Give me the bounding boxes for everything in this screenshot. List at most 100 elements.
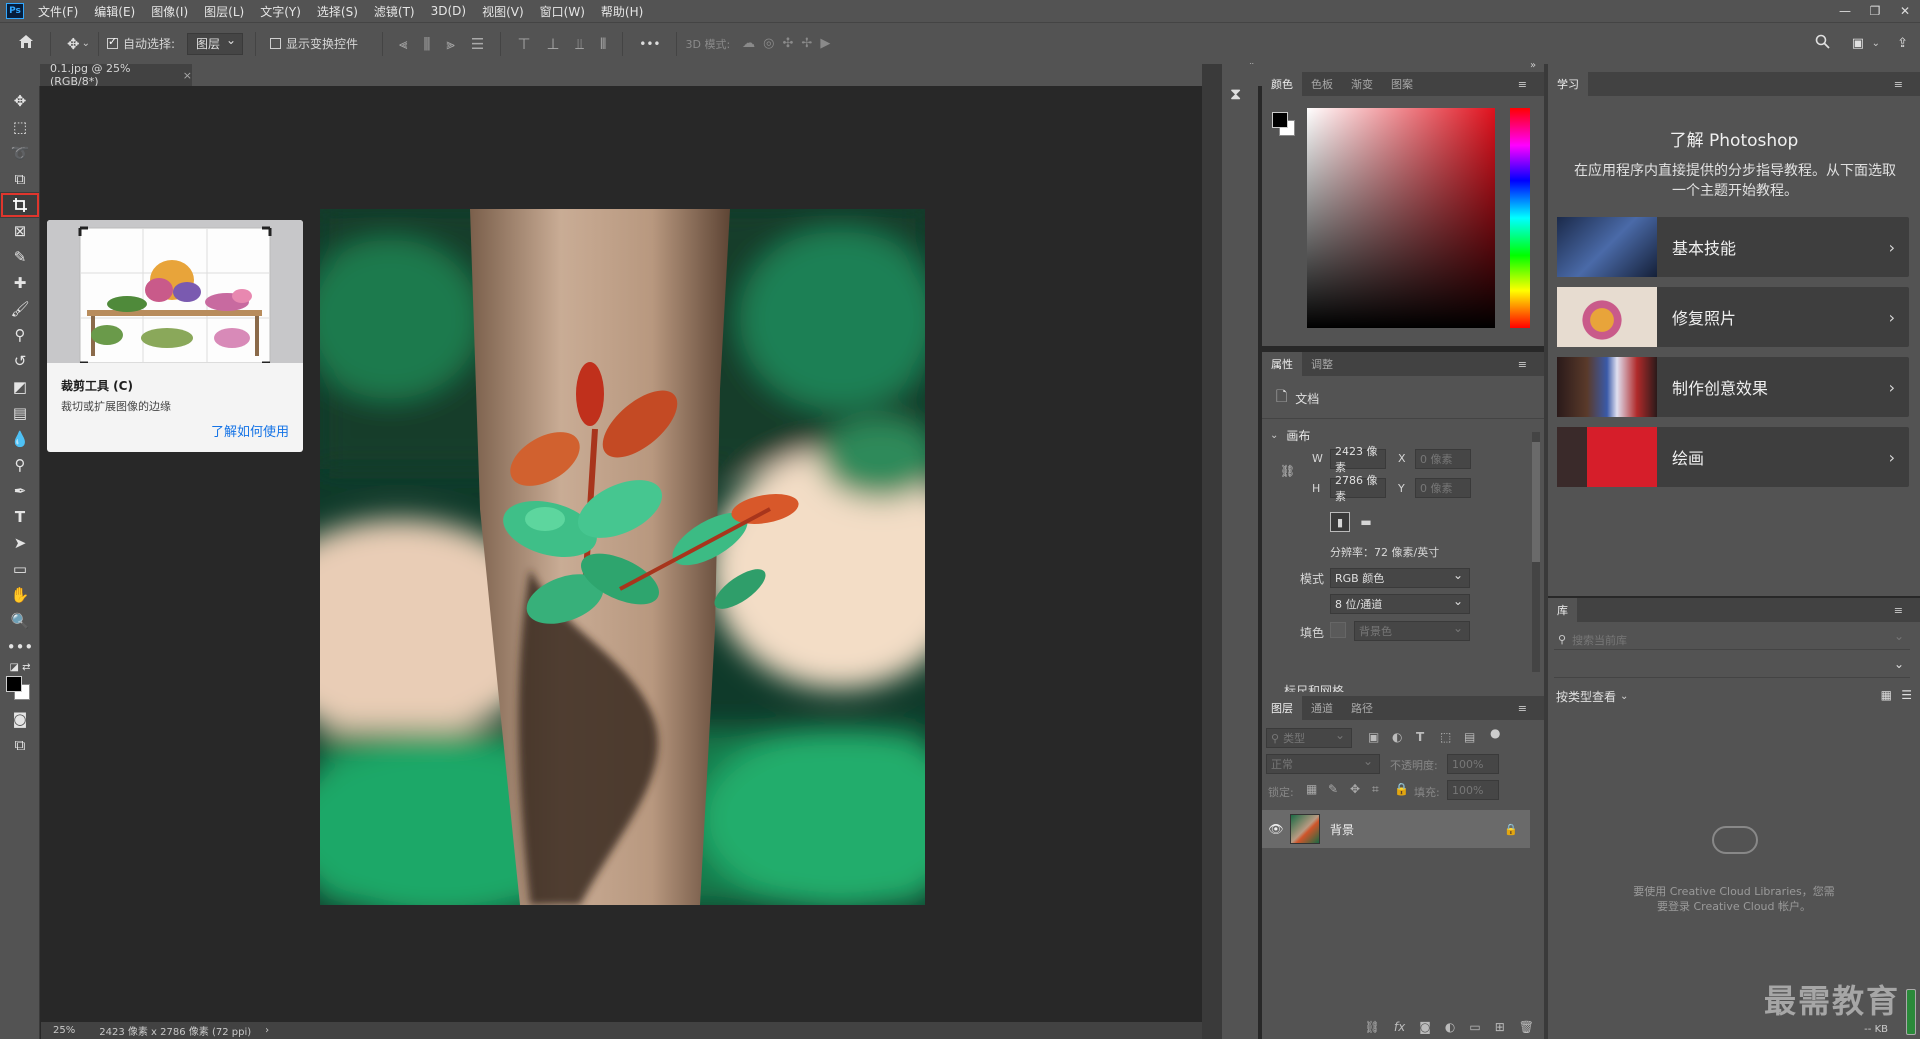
crop-tool-icon[interactable] [0,192,40,218]
3d-pan-icon[interactable]: ✣ [783,36,794,51]
lock-position-icon[interactable]: ✥ [1350,782,1360,796]
menu-layer[interactable]: 图层(L) [196,3,252,20]
section-chevron-icon[interactable]: ⌄ [1270,430,1278,441]
new-adjustment-icon[interactable]: ◐ [1445,1020,1455,1034]
more-options-button[interactable]: ••• [639,37,660,51]
menu-view[interactable]: 视图(V) [474,3,532,20]
menu-window[interactable]: 窗口(W) [532,3,593,20]
eraser-tool-icon[interactable]: ◩ [0,374,40,400]
learn-card-painting[interactable]: 绘画 › [1557,427,1909,487]
menu-type[interactable]: 文字(Y) [252,3,309,20]
tab-adjustments[interactable]: 调整 [1302,356,1342,372]
menu-help[interactable]: 帮助(H) [593,3,651,20]
fill-swatch[interactable] [1330,622,1346,638]
3d-slide-icon[interactable]: ✢ [801,36,812,51]
tab-color[interactable]: 颜色 [1262,72,1302,96]
menu-image[interactable]: 图像(I) [143,3,196,20]
marquee-tool-icon[interactable]: ⬚ [0,114,40,140]
lock-transparent-icon[interactable]: ▦ [1306,782,1317,796]
type-tool-icon[interactable]: T [0,504,40,530]
panel-menu-icon[interactable]: ≡ [1509,358,1536,371]
menu-select[interactable]: 选择(S) [309,3,366,20]
object-select-tool-icon[interactable]: ⧉ [0,166,40,192]
visibility-eye-icon[interactable]: 👁 [1262,822,1290,836]
filter-pixel-icon[interactable]: ▣ [1368,730,1379,744]
workspace-chevron-icon[interactable]: ⌄ [1872,38,1880,49]
tooltip-learn-link[interactable]: 了解如何使用 [211,421,289,440]
hue-slider[interactable] [1510,108,1530,328]
tab-swatches[interactable]: 色板 [1302,76,1342,92]
menu-filter[interactable]: 滤镜(T) [366,3,423,20]
history-brush-tool-icon[interactable]: ↺ [0,348,40,374]
brush-tool-icon[interactable]: 🖌 [0,296,40,322]
lock-artboard-icon[interactable]: ⌗ [1372,782,1379,797]
portrait-orientation-icon[interactable]: ▮ [1330,512,1350,532]
zoom-tool-icon[interactable]: 🔍 [0,608,40,634]
default-colors-icon[interactable]: ◪ ⇄ [0,660,40,674]
opacity-field[interactable]: 100% [1447,754,1499,774]
search-icon[interactable] [1815,34,1830,53]
distribute-icon[interactable]: ☰ [471,35,484,53]
panel-menu-icon[interactable]: ≡ [1509,702,1536,715]
tab-properties[interactable]: 属性 [1262,352,1302,376]
3d-orbit-icon[interactable]: ☁ [742,36,755,51]
dodge-tool-icon[interactable]: ⚲ [0,452,40,478]
auto-select-dropdown[interactable]: 图层 [187,32,244,55]
fg-color-mini[interactable] [1272,112,1288,128]
rectangle-tool-icon[interactable]: ▭ [0,556,40,582]
properties-scrollbar[interactable] [1532,432,1540,672]
tab-channels[interactable]: 通道 [1302,700,1342,716]
filter-adjustment-icon[interactable]: ◐ [1392,730,1402,744]
zoom-level[interactable]: 25% [53,1025,75,1036]
next-section-label[interactable]: 标尺和网格 [1284,682,1344,692]
move-tool-icon[interactable]: ✥ [67,35,80,53]
tab-patterns[interactable]: 图案 [1382,76,1422,92]
status-arrow-icon[interactable]: › [265,1025,269,1036]
distribute-vertical-icon[interactable]: ⫴ [600,35,606,53]
document-image[interactable] [320,209,925,905]
restore-button[interactable]: ❐ [1860,0,1890,22]
blur-tool-icon[interactable]: 💧 [0,426,40,452]
quick-mask-icon[interactable]: ◙ [0,706,40,732]
tab-learn[interactable]: 学习 [1548,72,1588,96]
history-panel-icon[interactable]: ⧗ [1230,84,1258,104]
share-icon[interactable]: ⇪ [1897,36,1908,51]
foreground-color-swatch[interactable] [6,676,22,692]
menu-3d[interactable]: 3D(D) [423,4,474,18]
3d-camera-icon[interactable]: ▶ [820,36,830,51]
filter-toggle-icon[interactable]: ● [1490,726,1500,740]
link-dimensions-icon[interactable]: ⛓ [1280,464,1295,478]
tab-gradients[interactable]: 渐变 [1342,76,1382,92]
view-chevron-icon[interactable]: ⌄ [1620,691,1628,702]
height-field[interactable]: 2786 像素 [1330,474,1386,503]
panel-menu-icon[interactable]: ≡ [1885,78,1912,91]
learn-card-creative-effects[interactable]: 制作创意效果 › [1557,357,1909,417]
mode-dropdown[interactable]: RGB 颜色 [1330,568,1470,588]
frame-tool-icon[interactable]: ⊠ [0,218,40,244]
collapse-right-icon[interactable]: » [1530,60,1536,71]
delete-layer-icon[interactable]: 🗑 [1519,1020,1534,1034]
lock-all-icon[interactable]: 🔒 [1394,782,1409,796]
document-info[interactable]: 2423 像素 x 2786 像素 (72 ppi) [99,1023,251,1038]
color-swatches[interactable] [0,674,40,706]
close-button[interactable]: ✕ [1890,0,1920,22]
view-by-type-dropdown[interactable]: 按类型查看 [1556,688,1616,705]
pen-tool-icon[interactable]: ✒ [0,478,40,504]
filter-type-icon[interactable]: T [1416,730,1424,744]
new-layer-icon[interactable]: ⊞ [1495,1020,1505,1034]
tab-paths[interactable]: 路径 [1342,700,1382,716]
align-vcenter-icon[interactable]: ⊥ [546,35,559,53]
menu-file[interactable]: 文件(F) [30,3,86,20]
learn-card-basic-skills[interactable]: 基本技能 › [1557,217,1909,277]
y-field[interactable]: 0 像素 [1415,478,1471,498]
chevron-down-icon[interactable]: ⌄ [82,38,90,49]
library-select-dropdown[interactable] [1554,657,1910,678]
align-top-icon[interactable]: ⊤ [517,35,530,53]
landscape-orientation-icon[interactable]: ▬ [1356,512,1376,532]
canvas-section-title[interactable]: 画布 [1286,427,1310,444]
library-search-input[interactable]: ⚲ 搜索当前库 [1554,629,1910,650]
align-right-icon[interactable]: ⫸ [446,35,454,53]
align-bottom-icon[interactable]: ⫫ [576,35,584,53]
align-hcenter-icon[interactable]: ⫼ [424,35,431,53]
tab-layers[interactable]: 图层 [1262,696,1302,720]
